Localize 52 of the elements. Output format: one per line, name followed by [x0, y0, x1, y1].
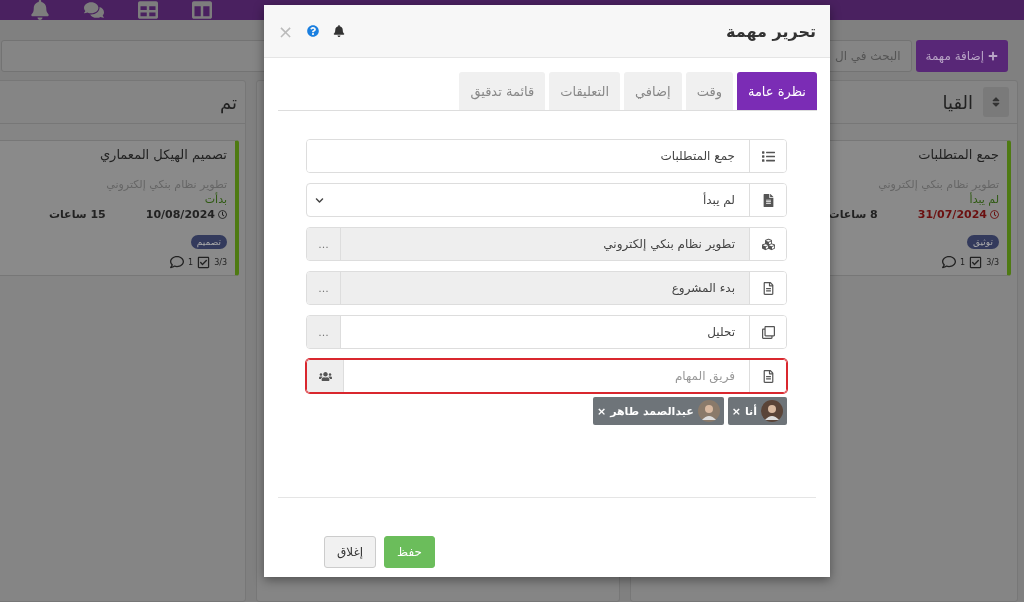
- speech-bubble-icon: [170, 255, 185, 269]
- tag-badge: توثيق: [967, 235, 999, 249]
- users-icon[interactable]: [307, 360, 344, 392]
- column-title: تم: [220, 91, 237, 113]
- dialog-title: تحرير مهمة: [725, 21, 816, 41]
- task-title: تصميم الهيكل المعماري: [99, 147, 227, 162]
- due-date: 10/08/2024: [145, 208, 215, 221]
- avatar-icon: [761, 400, 783, 422]
- speech-bubble-icon: [942, 255, 957, 269]
- table-icon[interactable]: [138, 0, 158, 20]
- document-icon: [749, 360, 786, 392]
- columns-icon[interactable]: [192, 0, 212, 20]
- tab[interactable]: نظرة عامة: [736, 72, 817, 110]
- due-date: 31/07/2024: [917, 208, 987, 221]
- task-title: جمع المتطلبات: [918, 147, 999, 162]
- document-icon: [749, 272, 786, 304]
- bell-icon[interactable]: [333, 25, 346, 37]
- checkbox-icon: [197, 255, 211, 269]
- lookup-field[interactable]: تحليل ...: [306, 315, 787, 349]
- cubes-icon: [749, 228, 786, 260]
- tab[interactable]: التعليقات: [549, 72, 620, 110]
- hours-estimate: 8 ساعات: [828, 208, 878, 221]
- tag-badge: تصميم: [190, 235, 227, 249]
- help-icon[interactable]: [307, 25, 320, 37]
- plus-icon: [988, 51, 998, 61]
- sort-button[interactable]: [983, 87, 1009, 117]
- clock-icon: [990, 210, 999, 219]
- hours-estimate: 15 ساعات: [48, 208, 106, 221]
- member-chip[interactable]: أنا ×: [727, 397, 787, 425]
- checklist-count: 3/3: [214, 257, 227, 267]
- checklist-count: 3/3: [986, 257, 999, 267]
- team-field[interactable]: فريق المهام: [306, 359, 787, 393]
- copy-icon: [749, 316, 786, 348]
- add-task-button[interactable]: إضافة مهمة: [915, 40, 1008, 72]
- task-status: بدأت: [204, 193, 227, 206]
- comment-count: 1: [960, 257, 966, 267]
- avatar-icon: [697, 400, 720, 422]
- tab[interactable]: إضافي: [624, 72, 682, 110]
- checkbox-icon: [969, 255, 983, 269]
- column-title: القيا: [942, 91, 973, 113]
- clock-icon: [218, 210, 227, 219]
- tab[interactable]: قائمة تدقيق: [459, 72, 546, 110]
- tab[interactable]: وقت: [685, 72, 733, 110]
- more-button[interactable]: ...: [307, 316, 341, 348]
- close-button[interactable]: إغلاق: [324, 536, 377, 568]
- comment-count: 1: [188, 257, 194, 267]
- task-name-field[interactable]: جمع المتطلبات: [306, 139, 787, 173]
- member-chip[interactable]: عبدالصمد طاهر ×: [592, 397, 724, 425]
- task-status: لم يبدأ: [969, 193, 999, 206]
- sort-icon: [990, 96, 1002, 108]
- list-icon: [749, 140, 786, 172]
- chat-icon[interactable]: [84, 0, 104, 20]
